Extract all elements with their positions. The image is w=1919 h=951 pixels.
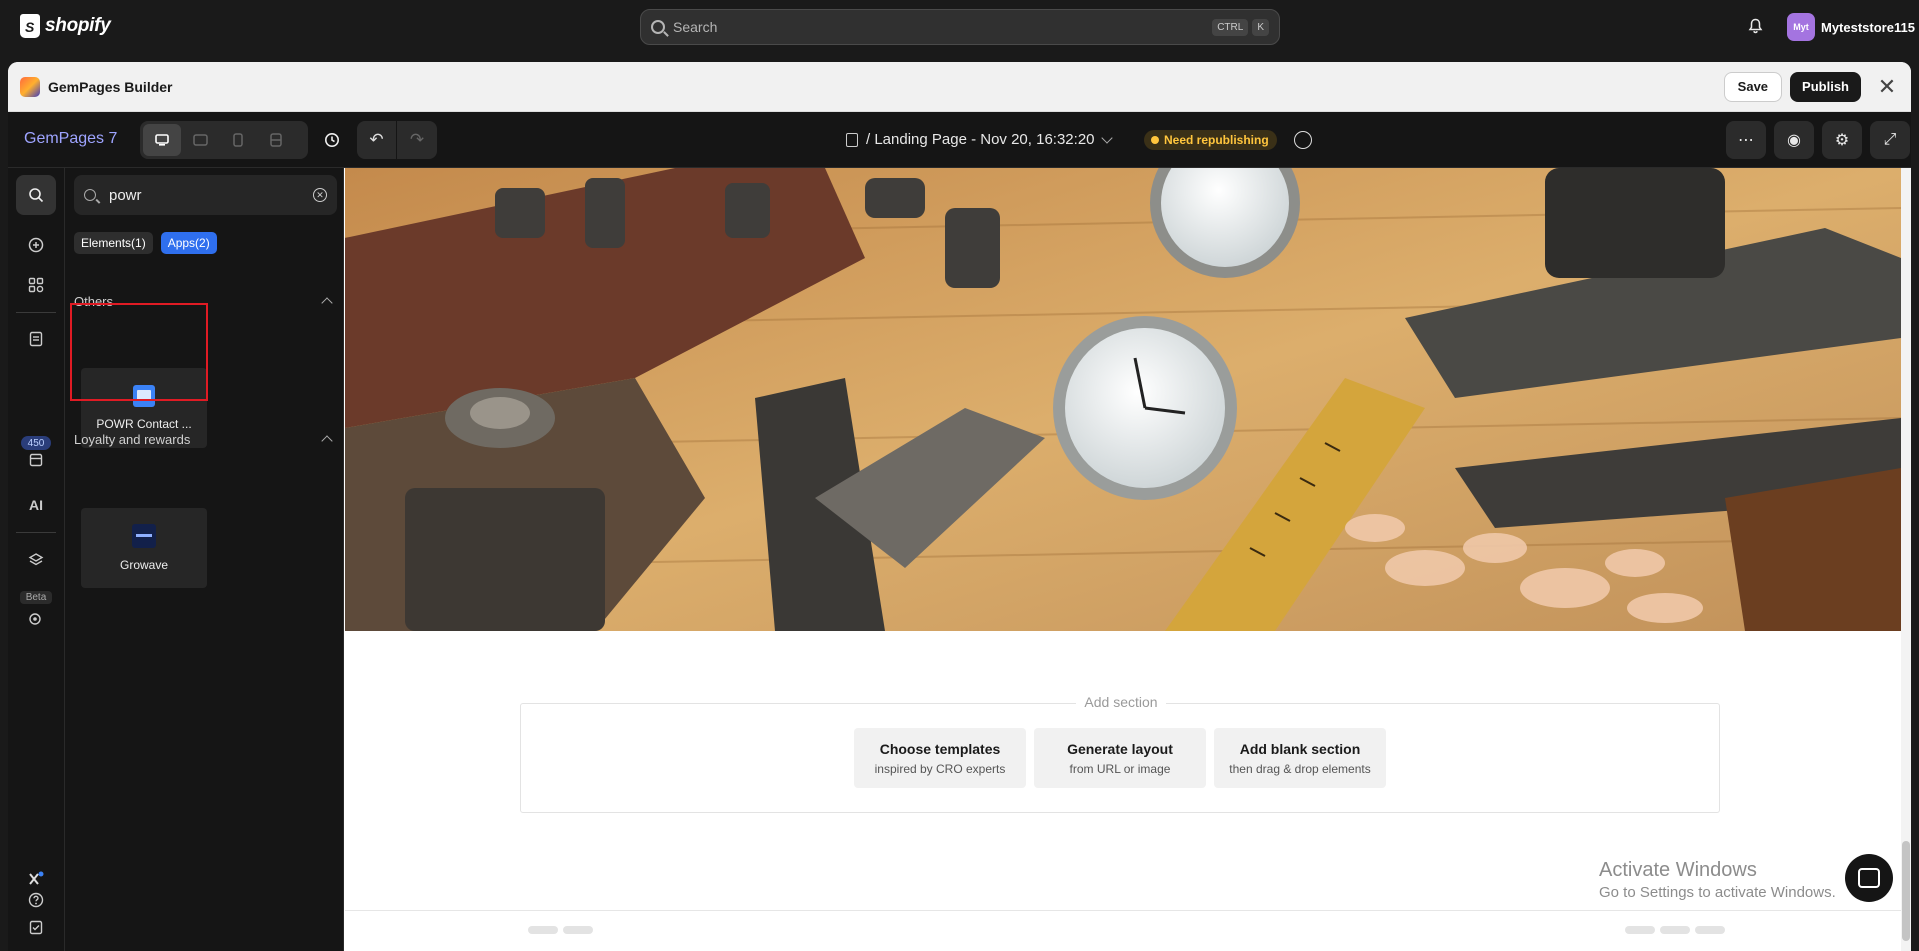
undo-redo-group: ↶ ↷ <box>357 121 437 159</box>
redo-icon[interactable]: ↷ <box>397 121 437 159</box>
search-panel: ✕ Elements(1) Apps(2) Others POWR Contac… <box>65 168 344 951</box>
modal-title: GemPages Builder <box>48 78 173 95</box>
store-name: Myteststore115 <box>1821 19 1915 35</box>
option-title: Generate layout <box>1067 740 1173 757</box>
modal-header: GemPages Builder Save Publish ✕ <box>8 62 1911 112</box>
footer-skeleton <box>1695 926 1725 934</box>
clear-search-icon[interactable]: ✕ <box>313 188 327 202</box>
app-card-growave[interactable]: Growave <box>81 508 207 588</box>
status-dot-icon <box>1151 136 1159 144</box>
footer-skeleton <box>563 926 593 934</box>
footer-skeleton <box>1660 926 1690 934</box>
publish-button[interactable]: Publish <box>1790 71 1861 102</box>
close-icon[interactable]: ✕ <box>1875 74 1899 100</box>
store-avatar: Myt <box>1787 13 1815 41</box>
app-card-label: Growave <box>119 558 169 572</box>
gempages-modal: GemPages Builder Save Publish ✕ GemPages… <box>8 62 1911 951</box>
tab-apps[interactable]: Apps(2) <box>160 232 217 254</box>
apps-icon[interactable] <box>16 265 56 305</box>
bell-icon[interactable] <box>1748 18 1763 34</box>
fullscreen-icon[interactable]: ⤢ <box>1870 121 1910 159</box>
tablet-view-icon[interactable] <box>181 124 219 156</box>
page-selector[interactable]: / Landing Page - Nov 20, 16:32:20 <box>846 131 1117 148</box>
canvas-scrollbar[interactable] <box>1901 168 1911 951</box>
footer-skeleton <box>1625 926 1655 934</box>
option-subtitle: from URL or image <box>1069 761 1171 776</box>
shopify-search-bar[interactable]: CTRL K <box>640 9 1280 45</box>
pages-icon[interactable] <box>16 319 56 359</box>
growave-logo-icon <box>132 524 156 548</box>
preview-icon[interactable]: ◉ <box>1774 121 1814 159</box>
editor-canvas[interactable]: Add section Choose templates inspired by… <box>345 168 1911 951</box>
ai-icon[interactable]: AI <box>16 485 56 525</box>
generate-layout-button[interactable]: Generate layout from URL or image <box>1034 728 1206 788</box>
option-title: Add blank section <box>1239 740 1361 757</box>
chevron-down-icon <box>1100 131 1113 144</box>
more-options-icon[interactable]: ⋯ <box>1726 121 1766 159</box>
windows-activation-watermark: Activate Windows Go to Settings to activ… <box>1599 859 1836 901</box>
globe-icon[interactable] <box>1294 131 1312 149</box>
footer-divider <box>345 910 1901 911</box>
add-blank-section-button[interactable]: Add blank section then drag & drop eleme… <box>1214 728 1386 788</box>
gempages-app-icon <box>20 76 40 97</box>
result-tabs: Elements(1) Apps(2) <box>74 232 217 254</box>
footer-skeleton <box>528 926 558 934</box>
history-icon[interactable] <box>320 128 344 152</box>
shopify-bag-icon <box>20 14 40 38</box>
canvas-scroll-thumb[interactable] <box>1902 841 1910 941</box>
add-section-title: Add section <box>521 694 1721 712</box>
option-title: Choose templates <box>879 740 1001 757</box>
mobile-view-icon[interactable] <box>219 124 257 156</box>
editor-icon-rail: 450 AI Beta <box>8 168 65 951</box>
save-button[interactable]: Save <box>1723 71 1783 102</box>
editor-toolbar: GemPages 7 ↶ ↷ / Landing Page - Nov 20, … <box>8 112 1911 168</box>
target-beta-icon[interactable] <box>16 600 56 640</box>
settings-icon[interactable]: ⚙ <box>1822 121 1862 159</box>
shortcut-key-k: K <box>1252 18 1269 36</box>
highlight-box <box>70 303 208 401</box>
chevron-up-icon <box>321 435 333 447</box>
shopify-logo-text: shopify <box>45 15 111 36</box>
choose-templates-button[interactable]: Choose templates inspired by CRO experts <box>854 728 1026 788</box>
status-badge: Need republishing <box>1144 130 1277 150</box>
shopify-top-bar: shopify CTRL K Myt Myteststore115 <box>0 0 1919 55</box>
shopify-logo[interactable]: shopify <box>20 14 111 38</box>
store-switcher[interactable]: Myt Myteststore115 <box>1787 13 1915 41</box>
watermark-line-1: Activate Windows <box>1599 859 1757 881</box>
shortcut-key-ctrl: CTRL <box>1212 18 1249 36</box>
hero-image-tools[interactable] <box>345 168 1901 631</box>
option-subtitle: then drag & drop elements <box>1229 761 1371 776</box>
page-icon <box>846 132 858 147</box>
layers-icon[interactable] <box>16 540 56 580</box>
hero-photo <box>345 168 1901 631</box>
add-element-icon[interactable] <box>16 225 56 265</box>
option-subtitle: inspired by CRO experts <box>874 761 1006 776</box>
search-rail-icon[interactable] <box>16 175 56 215</box>
panel-search-input[interactable] <box>109 186 313 204</box>
watermark-line-2: Go to Settings to activate Windows. <box>1599 884 1836 901</box>
group-header-loyalty[interactable]: Loyalty and rewards <box>74 429 337 449</box>
search-icon <box>651 20 665 34</box>
responsive-view-icon[interactable] <box>257 124 295 156</box>
desktop-view-icon[interactable] <box>143 124 181 156</box>
library-icon[interactable] <box>16 440 56 480</box>
help-icon[interactable] <box>16 880 56 920</box>
chevron-up-icon <box>321 297 333 309</box>
tab-elements[interactable]: Elements(1) <box>74 232 153 254</box>
panel-search-icon <box>84 189 96 201</box>
undo-icon[interactable]: ↶ <box>357 121 397 159</box>
editor-app-name[interactable]: GemPages 7 <box>24 130 117 148</box>
panel-search-bar[interactable]: ✕ <box>74 175 337 215</box>
group-title: Loyalty and rewards <box>74 431 191 447</box>
page-title: / Landing Page - Nov 20, 16:32:20 <box>866 131 1095 148</box>
chat-support-icon[interactable] <box>1845 854 1893 902</box>
device-switcher <box>140 121 308 159</box>
add-section-box: Add section Choose templates inspired by… <box>520 694 1720 813</box>
shopify-search-input[interactable] <box>673 19 1209 35</box>
status-badge-label: Need republishing <box>1164 133 1269 147</box>
